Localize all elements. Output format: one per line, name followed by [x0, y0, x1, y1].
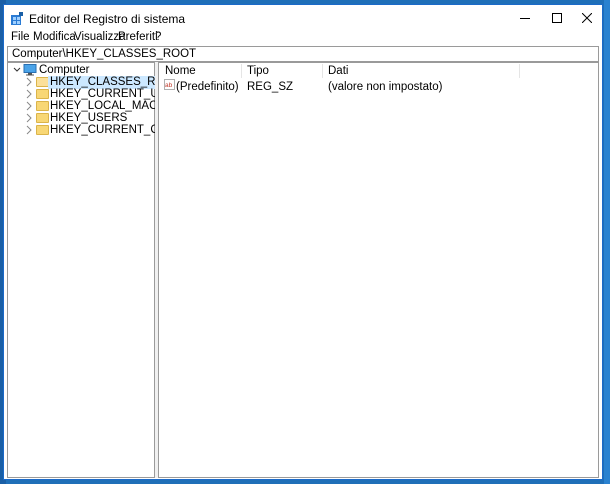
- svg-text:ab: ab: [165, 82, 173, 89]
- tree-pane[interactable]: Computer HKEY_CLASSES_ROOT HKEY_CURRENT_…: [7, 62, 195, 478]
- close-button[interactable]: [571, 5, 602, 31]
- folder-icon: [36, 125, 49, 135]
- value-name: (Predefinito): [176, 81, 239, 93]
- minimize-icon: [519, 18, 530, 19]
- maximize-icon: [551, 13, 562, 23]
- chevron-right-icon[interactable]: [25, 125, 33, 135]
- menu-preferiti[interactable]: Preferiti: [118, 31, 158, 43]
- folder-icon: [36, 113, 49, 123]
- chevron-right-icon[interactable]: [25, 101, 33, 111]
- chevron-right-icon[interactable]: [25, 89, 33, 99]
- folder-icon: [36, 101, 49, 111]
- column-divider[interactable]: [519, 64, 520, 78]
- title-bar[interactable]: Editor del Registro di sistema: [4, 5, 602, 31]
- registry-editor-window: Editor del Registro di sistema File Modi…: [3, 4, 603, 480]
- tree-item-hkey-current-config[interactable]: HKEY_CURRENT_CONFIG: [8, 124, 195, 137]
- chevron-down-icon[interactable]: [13, 65, 21, 75]
- folder-icon: [36, 89, 49, 99]
- window-title: Editor del Registro di sistema: [29, 12, 186, 26]
- close-icon: [581, 13, 592, 23]
- maximize-button[interactable]: [541, 5, 572, 31]
- column-header-tipo[interactable]: Tipo: [247, 65, 269, 78]
- menu-file[interactable]: File: [11, 31, 30, 43]
- chevron-right-icon[interactable]: [25, 77, 33, 87]
- computer-icon: [23, 64, 37, 76]
- values-list[interactable]: Nome Tipo Dati ab (Predefinito) REG_SZ (…: [158, 62, 599, 478]
- string-value-icon: ab: [164, 79, 175, 90]
- column-divider[interactable]: [241, 64, 242, 78]
- menu-modifica[interactable]: Modifica: [33, 31, 76, 43]
- minimize-button[interactable]: [509, 5, 540, 31]
- chevron-right-icon[interactable]: [25, 113, 33, 123]
- column-header-nome[interactable]: Nome: [165, 65, 196, 78]
- address-bar[interactable]: Computer\HKEY_CLASSES_ROOT: [7, 46, 599, 62]
- menu-help[interactable]: ?: [155, 31, 161, 43]
- menu-bar: File Modifica Visualizza Preferiti ?: [4, 30, 602, 46]
- column-divider[interactable]: [322, 64, 323, 78]
- column-header-dati[interactable]: Dati: [328, 65, 348, 78]
- registry-editor-icon: [11, 12, 23, 25]
- desktop-background-right: [604, 0, 610, 484]
- value-type: REG_SZ: [247, 81, 294, 93]
- value-data: (valore non impostato): [328, 81, 443, 93]
